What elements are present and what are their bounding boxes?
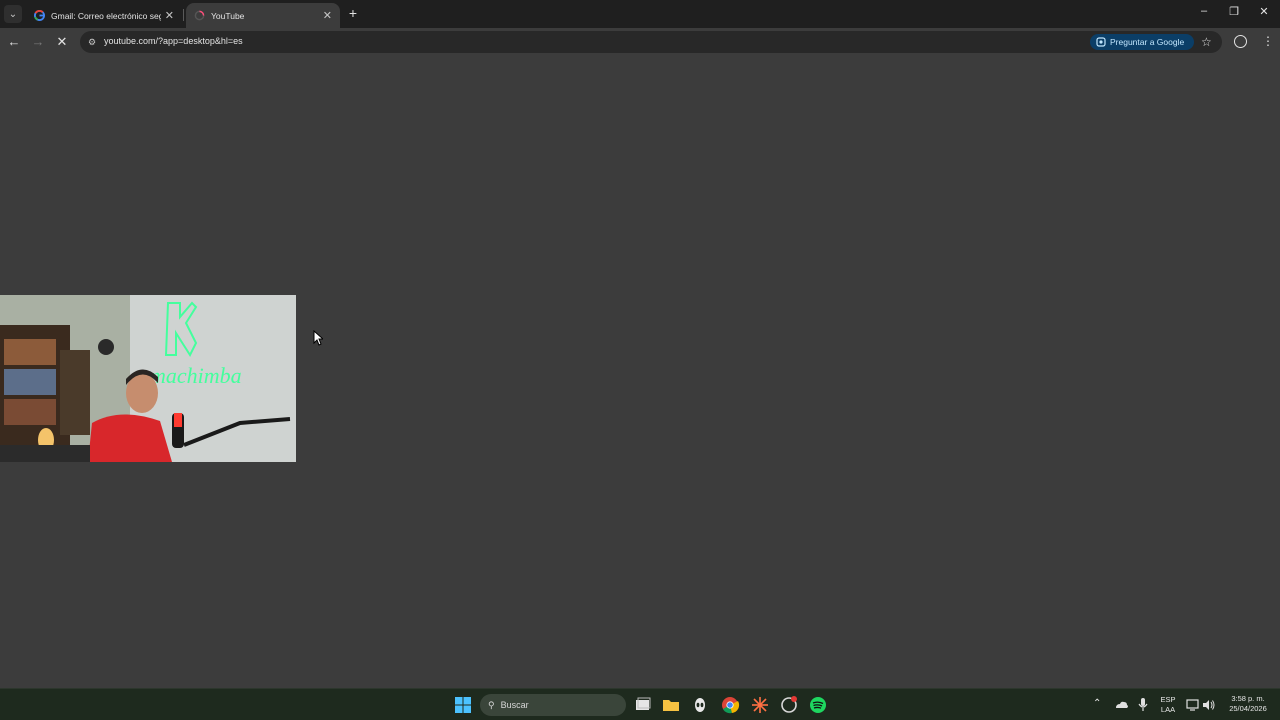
close-tab-icon[interactable]: ✕ [323,9,332,22]
webcam-feed-image: machimba [0,295,296,462]
menu-kebab-icon[interactable]: ⋮ [1262,34,1274,48]
close-window-icon[interactable]: ✕ [1257,5,1271,18]
taskbar: ⚲ Buscar ⌃ ESP LAA 3:58 p. m. 25/04/2026 [0,688,1280,720]
tab-youtube[interactable]: YouTube ✕ [186,3,340,28]
close-tab-icon[interactable]: ✕ [165,9,174,22]
back-icon[interactable]: ← [6,34,22,50]
stop-loading-icon[interactable]: ✕ [54,34,70,50]
google-icon [34,10,45,21]
taskbar-search-input[interactable]: ⚲ Buscar [480,694,626,716]
restore-icon[interactable]: ❐ [1227,5,1241,18]
chrome-icon[interactable] [720,695,740,715]
onedrive-icon[interactable] [1113,697,1129,713]
language-code: ESP [1160,695,1176,704]
volume-icon[interactable] [1202,698,1216,712]
url-text[interactable]: youtube.com/?app=desktop&hl=es [104,36,243,46]
address-bar[interactable] [80,31,1222,53]
loading-spinner-icon [194,10,205,21]
tab-gmail[interactable]: Gmail: Correo electrónico segu ✕ [26,3,182,28]
ask-google-label: Preguntar a Google [1110,37,1185,47]
webcam-overlay: machimba [0,295,296,462]
show-hidden-icons-icon[interactable]: ⌃ [1093,699,1101,709]
microphone-icon[interactable] [1136,697,1150,713]
neon-sign-text: machimba [150,363,242,388]
site-info-icon[interactable]: ⚙ [86,36,98,48]
clock-date: 25/04/2026 [1229,704,1267,713]
alienware-icon[interactable] [690,695,710,715]
network-icon[interactable] [1186,698,1200,712]
minimize-icon[interactable]: – [1197,5,1211,17]
windows-start-icon[interactable] [453,695,473,715]
tab-search-icon[interactable]: ⌄ [4,5,22,23]
bookmark-star-icon[interactable]: ☆ [1201,35,1212,49]
profile-icon[interactable] [1234,35,1247,48]
tab-strip: ⌄ Gmail: Correo electrónico segu ✕ YouTu… [0,0,1280,28]
mouse-cursor-icon [313,330,323,346]
file-explorer-icon[interactable] [661,695,681,715]
clock-time: 3:58 p. m. [1231,694,1265,703]
steam-icon[interactable] [779,695,799,715]
tab-title: YouTube [211,10,245,21]
search-icon: ⚲ [488,699,495,710]
tab-title: Gmail: Correo electrónico segu [51,10,161,21]
lens-icon [1096,37,1106,47]
starburst-app-icon[interactable] [750,695,770,715]
task-view-icon[interactable] [633,695,653,715]
clock[interactable]: 3:58 p. m. 25/04/2026 [1222,694,1274,714]
ask-google-button[interactable]: Preguntar a Google [1090,34,1194,50]
new-tab-icon[interactable]: + [345,5,361,21]
language-indicator[interactable]: ESP LAA [1157,695,1179,715]
keyboard-layout: LAA [1160,705,1176,714]
forward-icon[interactable]: → [30,34,46,50]
taskbar-search-placeholder: Buscar [500,700,529,710]
spotify-icon[interactable] [808,695,828,715]
tab-separator [183,9,184,21]
